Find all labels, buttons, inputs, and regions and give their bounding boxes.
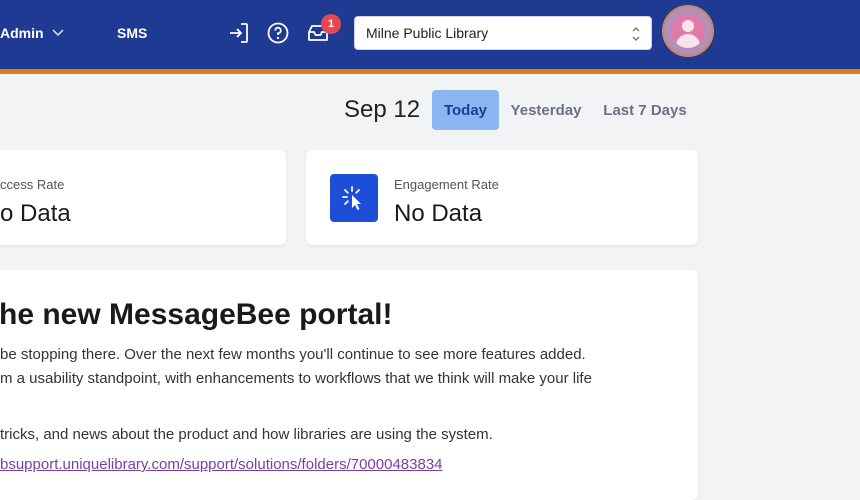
- select-arrows-icon: [632, 27, 640, 41]
- welcome-card: he new MessageBee portal! be stopping th…: [0, 270, 698, 500]
- success-rate-value: o Data: [0, 200, 71, 227]
- user-icon: [671, 14, 705, 48]
- click-icon: [342, 186, 361, 210]
- welcome-title: he new MessageBee portal!: [0, 298, 393, 331]
- library-select[interactable]: Milne Public Library: [354, 16, 652, 50]
- current-date: Sep 12: [344, 96, 421, 123]
- support-link[interactable]: bsupport.uniquelibrary.com/support/solut…: [0, 456, 443, 473]
- welcome-paragraph-line: be stopping there. Over the next few mon…: [0, 346, 586, 363]
- notification-badge: 1: [321, 14, 341, 34]
- user-avatar[interactable]: [662, 5, 714, 57]
- success-rate-label: ccess Rate: [0, 177, 65, 192]
- admin-menu-label: Admin: [0, 25, 44, 41]
- help-icon[interactable]: [266, 21, 290, 45]
- success-rate-card: ccess Rate o Data: [0, 150, 286, 245]
- header-accent-stripe: [0, 69, 860, 74]
- tab-today[interactable]: Today: [432, 90, 499, 130]
- admin-menu[interactable]: Admin: [0, 25, 64, 41]
- tab-yesterday[interactable]: Yesterday: [505, 90, 587, 130]
- engagement-rate-card: Engagement Rate No Data: [306, 150, 698, 245]
- nav-sms-link[interactable]: SMS: [117, 25, 147, 41]
- welcome-paragraph-line: tricks, and news about the product and h…: [0, 426, 493, 443]
- welcome-paragraph-line: m a usability standpoint, with enhanceme…: [0, 370, 592, 387]
- sign-out-icon[interactable]: [227, 21, 251, 45]
- engagement-icon-tile: [330, 174, 378, 222]
- tab-last-7-days[interactable]: Last 7 Days: [597, 90, 693, 130]
- chevron-down-icon: [51, 29, 64, 37]
- engagement-rate-value: No Data: [394, 200, 483, 227]
- library-select-value: Milne Public Library: [366, 25, 489, 41]
- engagement-rate-label: Engagement Rate: [394, 177, 499, 192]
